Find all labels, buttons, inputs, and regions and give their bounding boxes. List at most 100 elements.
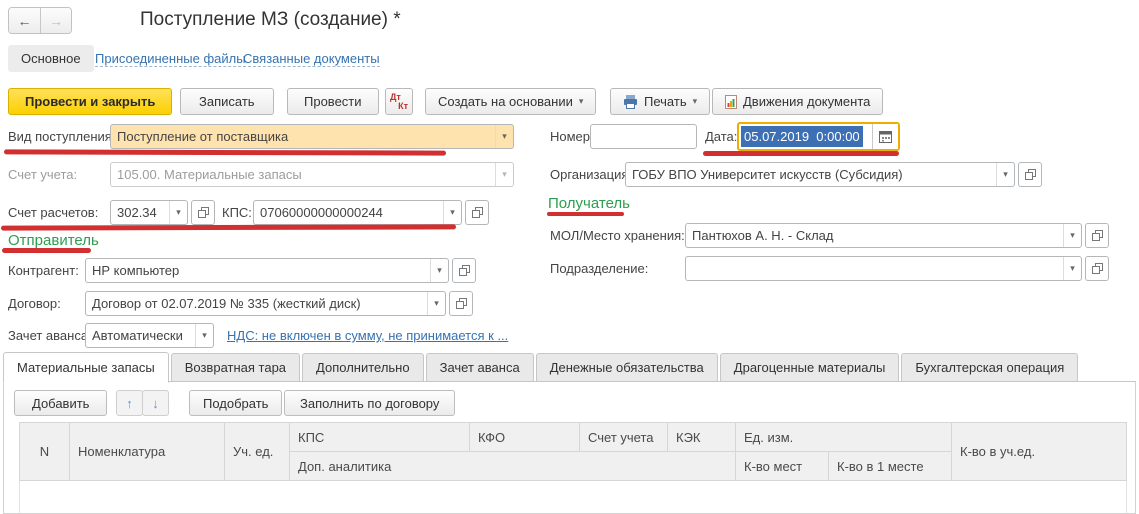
advance-offset-field[interactable]: Автоматически ▾ [85, 323, 214, 348]
add-row-button[interactable]: Добавить [14, 390, 107, 416]
counterparty-open-button[interactable] [452, 258, 476, 283]
back-button[interactable]: ← [9, 8, 40, 33]
post-and-close-button[interactable]: Провести и закрыть [8, 88, 172, 115]
receipt-type-field[interactable]: Поступление от поставщика ▾ [110, 124, 514, 149]
mol-value: Пантюхов А. Н. - Склад [686, 224, 1063, 247]
document-movements-icon [725, 95, 737, 109]
printer-icon [623, 95, 638, 109]
forward-button[interactable]: → [40, 8, 71, 33]
empty-table-body[interactable] [20, 481, 1127, 514]
open-icon [456, 298, 467, 309]
tab-material-stocks[interactable]: Материальные запасы [3, 352, 169, 383]
col-header-qty-acc-units: К-во в уч.ед. [952, 423, 1127, 481]
debit-credit-button[interactable]: Дт Кт [385, 88, 413, 115]
forward-arrow-icon: → [49, 13, 63, 29]
col-header-kek: КЭК [668, 423, 736, 452]
dropdown-icon[interactable]: ▾ [1063, 224, 1081, 247]
mol-open-button[interactable] [1085, 223, 1109, 248]
recipient-section-heading: Получатель [548, 195, 630, 212]
calendar-icon [879, 130, 892, 143]
annotation-underline-recipient [547, 212, 624, 216]
advance-offset-label: Зачет аванса: [8, 323, 92, 348]
save-label: Записать [199, 94, 255, 109]
document-form: Вид поступления: Поступление от поставщи… [0, 122, 1139, 352]
open-icon [472, 207, 483, 218]
move-row-up-button[interactable]: ↑ [116, 390, 143, 416]
fill-by-contract-button[interactable]: Заполнить по договору [284, 390, 455, 416]
tab-returnable-packaging[interactable]: Возвратная тара [171, 353, 300, 382]
kps-value: 07060000000000244 [254, 201, 443, 224]
document-window: ← → Поступление МЗ (создание) * Основное… [0, 0, 1139, 514]
settlement-account-value: 302.34 [111, 201, 169, 224]
document-movements-button[interactable]: Движения документа [712, 88, 883, 115]
dropdown-icon: ▾ [495, 163, 513, 186]
dropdown-icon[interactable]: ▾ [996, 163, 1014, 186]
department-field[interactable]: ▾ [685, 256, 1082, 281]
tab-additional[interactable]: Дополнительно [302, 353, 424, 382]
mol-field[interactable]: Пантюхов А. Н. - Склад ▾ [685, 223, 1082, 248]
col-header-kfo: КФО [470, 423, 580, 452]
calendar-button[interactable] [872, 124, 898, 149]
print-button[interactable]: Печать ▾ [610, 88, 710, 115]
tab-main[interactable]: Основное [8, 45, 94, 72]
organization-field[interactable]: ГОБУ ВПО Университет искусств (Субсидия)… [625, 162, 1015, 187]
open-icon [1025, 169, 1036, 180]
tab-accounting-operation[interactable]: Бухгалтерская операция [901, 353, 1078, 382]
contract-value: Договор от 02.07.2019 № 335 (жесткий дис… [86, 292, 427, 315]
date-field[interactable]: 05.07.2019 0:00:00 [737, 122, 900, 151]
advance-offset-value: Автоматически [86, 324, 195, 347]
open-icon [198, 207, 209, 218]
col-header-account: Счет учета [580, 423, 668, 452]
department-open-button[interactable] [1085, 256, 1109, 281]
vat-settings-link[interactable]: НДС: не включен в сумму, не принимается … [227, 323, 508, 348]
number-input[interactable] [590, 124, 697, 149]
post-button[interactable]: Провести [287, 88, 379, 115]
settlement-account-field[interactable]: 302.34 ▾ [110, 200, 188, 225]
department-label: Подразделение: [550, 256, 648, 281]
items-table: N Номенклатура Уч. ед. КПС КФО Счет учет… [19, 422, 1127, 513]
tab-advance-offset[interactable]: Зачет аванса [426, 353, 534, 382]
counterparty-field[interactable]: НР компьютер ▾ [85, 258, 449, 283]
tab-precious-materials[interactable]: Драгоценные материалы [720, 353, 900, 382]
dropdown-icon[interactable]: ▾ [495, 125, 513, 148]
chevron-down-icon: ▾ [579, 96, 584, 107]
col-header-qty-places: К-во мест [736, 452, 829, 481]
dropdown-icon[interactable]: ▾ [443, 201, 461, 224]
date-value-selected: 05.07.2019 0:00:00 [739, 124, 872, 149]
organization-open-button[interactable] [1018, 162, 1042, 187]
open-icon [1092, 263, 1103, 274]
down-arrow-icon: ↓ [152, 396, 159, 411]
annotation-underline-date [703, 151, 899, 156]
tab-attached-files[interactable]: Присоединенные файлы [95, 51, 246, 67]
post-label: Провести [304, 94, 362, 109]
contract-open-button[interactable] [449, 291, 473, 316]
tab-related-documents[interactable]: Связанные документы [243, 51, 380, 67]
kps-open-button[interactable] [465, 200, 489, 225]
pick-items-button[interactable]: Подобрать [189, 390, 282, 416]
dropdown-icon[interactable]: ▾ [427, 292, 445, 315]
detail-tabs: Материальные запасы Возвратная тара Допо… [3, 352, 1080, 382]
dropdown-icon[interactable]: ▾ [1063, 257, 1081, 280]
move-row-down-button[interactable]: ↓ [142, 390, 169, 416]
back-arrow-icon: ← [18, 13, 32, 29]
post-and-close-label: Провести и закрыть [25, 94, 155, 109]
save-button[interactable]: Записать [180, 88, 274, 115]
dropdown-icon[interactable]: ▾ [195, 324, 213, 347]
document-movements-label: Движения документа [743, 94, 870, 109]
contract-field[interactable]: Договор от 02.07.2019 № 335 (жесткий дис… [85, 291, 446, 316]
col-header-extra-analytics: Доп. аналитика [290, 452, 736, 481]
department-value [686, 257, 1063, 280]
history-nav: ← → [8, 7, 72, 34]
mol-label: МОЛ/Место хранения: [550, 223, 685, 248]
dropdown-icon[interactable]: ▾ [430, 259, 448, 282]
create-based-on-button[interactable]: Создать на основании ▾ [425, 88, 596, 115]
tab-monetary-obligations[interactable]: Денежные обязательства [536, 353, 718, 382]
counterparty-value: НР компьютер [86, 259, 430, 282]
settlement-account-open-button[interactable] [191, 200, 215, 225]
dropdown-icon[interactable]: ▾ [169, 201, 187, 224]
account-field: 105.00. Материальные запасы ▾ [110, 162, 514, 187]
kps-field[interactable]: 07060000000000244 ▾ [253, 200, 462, 225]
receipt-type-label: Вид поступления: [8, 124, 115, 149]
counterparty-label: Контрагент: [8, 258, 79, 283]
settlement-account-label: Счет расчетов: [8, 200, 98, 225]
